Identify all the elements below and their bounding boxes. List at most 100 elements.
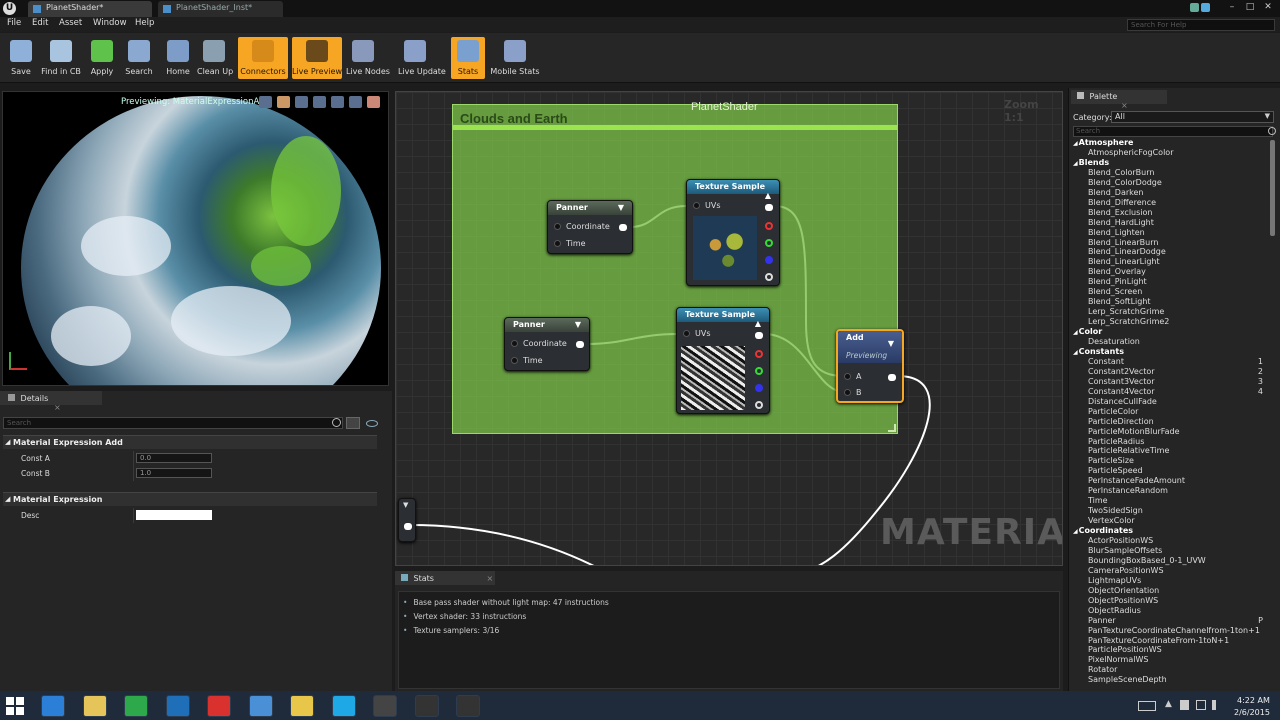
palette-item[interactable]: PerInstanceRandom bbox=[1088, 486, 1265, 496]
windows-start-icon[interactable] bbox=[6, 697, 24, 715]
palette-item[interactable]: ParticleColor bbox=[1088, 407, 1265, 417]
palette-item[interactable]: Time bbox=[1088, 496, 1265, 506]
comment-resize-handle[interactable] bbox=[888, 424, 896, 432]
time-input-pin[interactable] bbox=[554, 240, 561, 247]
collapse-arrow-icon[interactable]: ▼ bbox=[888, 339, 894, 348]
palette-item[interactable]: ParticleSpeed bbox=[1088, 466, 1265, 476]
rgb-output-pin[interactable] bbox=[765, 204, 773, 211]
palette-item[interactable]: TwoSidedSign bbox=[1088, 506, 1265, 516]
palette-item[interactable]: AtmosphericFogColor bbox=[1088, 148, 1265, 158]
palette-item[interactable]: ParticleSize bbox=[1088, 456, 1265, 466]
palette-item[interactable]: Constant3Vector 3 bbox=[1088, 377, 1265, 387]
live-preview-button[interactable]: Live Preview bbox=[292, 37, 342, 79]
epic-games-icon[interactable] bbox=[414, 695, 439, 717]
palette-item[interactable]: Blend_LinearBurn bbox=[1088, 238, 1265, 248]
panner-node-1[interactable]: Panner ▼ Coordinate Time bbox=[547, 200, 633, 254]
clock-date[interactable]: 2/6/2015 bbox=[1234, 708, 1270, 717]
material-result-node[interactable]: ▼ bbox=[398, 498, 416, 542]
palette-item[interactable]: Constant 1 bbox=[1088, 357, 1265, 367]
red-output-pin[interactable] bbox=[765, 222, 773, 230]
panner-node-2[interactable]: Panner ▼ Coordinate Time bbox=[504, 317, 590, 371]
grid-view-icon[interactable] bbox=[346, 417, 360, 429]
red-output-pin[interactable] bbox=[755, 350, 763, 358]
obs-icon[interactable] bbox=[373, 695, 397, 717]
palette-item[interactable]: Blend_LinearDodge bbox=[1088, 247, 1265, 257]
comment-title[interactable]: Clouds and Earth bbox=[460, 111, 568, 126]
palette-item[interactable]: Rotator bbox=[1088, 665, 1265, 675]
green-output-pin[interactable] bbox=[765, 239, 773, 247]
palette-item[interactable]: Lerp_ScratchGrime2 bbox=[1088, 317, 1265, 327]
material-graph[interactable]: Clouds and Earth PlanetShader Zoom 1:1 P… bbox=[395, 91, 1063, 566]
palette-item[interactable]: Blend_PinLight bbox=[1088, 277, 1265, 287]
add-node-header[interactable]: Add ▼ Previewing bbox=[838, 331, 902, 363]
network-icon[interactable] bbox=[1196, 700, 1206, 710]
calculator-icon[interactable] bbox=[124, 695, 148, 717]
palette-item[interactable]: ParticlePositionWS bbox=[1088, 645, 1265, 655]
unreal-editor-icon[interactable] bbox=[456, 695, 480, 717]
palette-item[interactable]: Desaturation bbox=[1088, 337, 1265, 347]
palette-item[interactable]: PerInstanceFadeAmount bbox=[1088, 476, 1265, 486]
menu-help[interactable]: Help bbox=[135, 18, 154, 28]
volume-icon[interactable] bbox=[1212, 700, 1222, 710]
cube-preview-icon[interactable] bbox=[331, 96, 344, 108]
palette-item[interactable]: Blend_Lighten bbox=[1088, 228, 1265, 238]
b-input-pin[interactable] bbox=[844, 389, 851, 396]
palette-scrollbar[interactable] bbox=[1270, 140, 1275, 236]
palette-search-input[interactable]: Search bbox=[1073, 126, 1273, 137]
palette-item[interactable]: Blend_Screen bbox=[1088, 287, 1265, 297]
viewport-menu-icon[interactable] bbox=[259, 96, 272, 108]
result-output-pin[interactable] bbox=[404, 523, 412, 530]
panner-node-header[interactable]: Panner ▼ bbox=[505, 318, 589, 332]
collapse-arrow-icon[interactable]: ▼ bbox=[399, 499, 415, 511]
panner-output-pin[interactable] bbox=[619, 224, 627, 231]
palette-item[interactable]: BoundingBoxBased_0-1_UVW bbox=[1088, 556, 1265, 566]
rgb-output-pin[interactable] bbox=[755, 332, 763, 339]
collapse-arrow-icon[interactable]: ▼ bbox=[575, 320, 581, 329]
palette-item[interactable]: ParticleRelativeTime bbox=[1088, 446, 1265, 456]
mobile-stats-button[interactable]: Mobile Stats bbox=[489, 37, 541, 79]
details-tab[interactable]: Details × bbox=[0, 391, 102, 412]
folder-icon[interactable] bbox=[290, 695, 314, 717]
file-explorer-icon[interactable] bbox=[82, 695, 107, 717]
palette-item[interactable]: PanTextureCoordinateFrom-1toN+1 bbox=[1088, 636, 1265, 646]
tray-up-arrow-icon[interactable]: ▲ bbox=[1165, 699, 1172, 709]
palette-item[interactable]: DistanceCullFade bbox=[1088, 397, 1265, 407]
search-help-input[interactable]: Search For Help bbox=[1127, 19, 1275, 31]
texture-sample-node-1[interactable]: Texture Sample ▲ UVs bbox=[686, 179, 780, 286]
find-in-cb-button[interactable]: Find in CB bbox=[38, 37, 84, 79]
palette-tab[interactable]: Palette × bbox=[1071, 90, 1167, 110]
close-button[interactable]: ✕ bbox=[1262, 1, 1274, 13]
mesh-preview-icon[interactable] bbox=[349, 96, 362, 108]
unreal-logo-icon[interactable]: U bbox=[3, 2, 16, 15]
stats-tab[interactable]: Stats × bbox=[395, 571, 495, 585]
palette-item[interactable]: ObjectPositionWS bbox=[1088, 596, 1265, 606]
plane-preview-icon[interactable] bbox=[313, 96, 326, 108]
palette-item[interactable]: BlurSampleOffsets bbox=[1088, 546, 1265, 556]
window-icon-1[interactable] bbox=[1190, 3, 1199, 12]
palette-item[interactable]: ObjectRadius bbox=[1088, 606, 1265, 616]
palette-item[interactable]: Blend_ColorDodge bbox=[1088, 178, 1265, 188]
collapse-arrow-icon[interactable]: ▼ bbox=[618, 203, 624, 212]
palette-item[interactable]: Blend_Difference bbox=[1088, 198, 1265, 208]
vivaldi-icon[interactable] bbox=[207, 695, 231, 717]
palette-item[interactable]: ActorPositionWS bbox=[1088, 536, 1265, 546]
collapse-arrow-icon[interactable]: ▲ bbox=[755, 319, 761, 328]
panner-node-header[interactable]: Panner ▼ bbox=[548, 201, 632, 215]
details-section-header[interactable]: ◢ Material Expression Add bbox=[3, 435, 377, 449]
photoshop-icon[interactable] bbox=[165, 695, 190, 717]
texture-node-header[interactable]: Texture Sample ▲ bbox=[677, 308, 769, 328]
details-search-input[interactable]: Search bbox=[3, 417, 343, 429]
live-nodes-button[interactable]: Live Nodes bbox=[346, 37, 390, 79]
palette-item[interactable]: ParticleDirection bbox=[1088, 417, 1265, 427]
palette-item[interactable]: Constant2Vector 2 bbox=[1088, 367, 1265, 377]
a-input-pin[interactable] bbox=[844, 373, 851, 380]
alpha-output-pin[interactable] bbox=[765, 273, 773, 281]
alpha-output-pin[interactable] bbox=[755, 401, 763, 409]
details-section-header[interactable]: ◢ Material Expression bbox=[3, 492, 377, 506]
close-icon[interactable]: × bbox=[1121, 101, 1128, 110]
settings-icon[interactable] bbox=[248, 695, 273, 717]
palette-item[interactable]: SampleSceneDepth bbox=[1088, 675, 1265, 685]
preview-viewport[interactable]: Previewing: MaterialExpressionAdd bbox=[2, 91, 389, 386]
close-icon[interactable]: × bbox=[487, 574, 494, 583]
clean-up-button[interactable]: Clean Up bbox=[197, 37, 233, 79]
